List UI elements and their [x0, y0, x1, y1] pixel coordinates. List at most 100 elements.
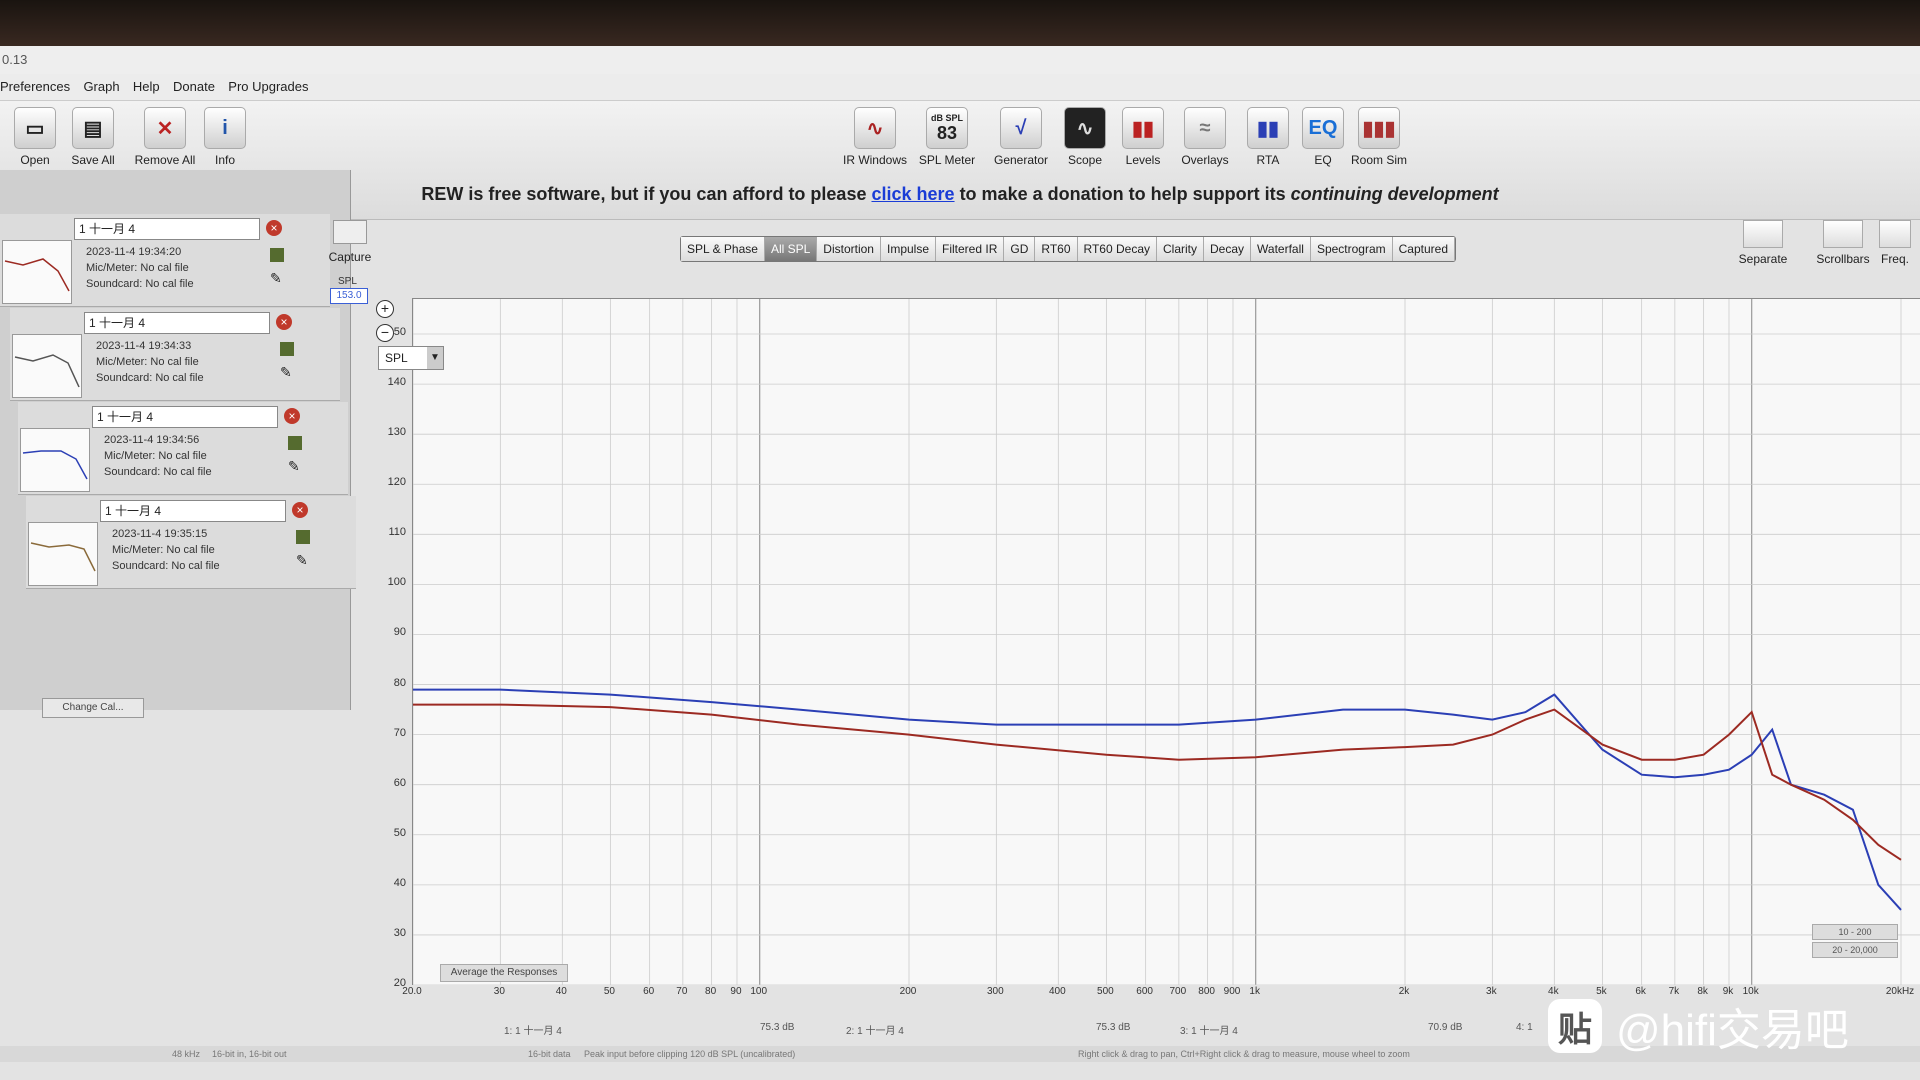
- watermark-text: @hifi交易吧: [1616, 1006, 1849, 1055]
- x-tick-label: 90: [730, 986, 742, 997]
- tab-clarity[interactable]: Clarity: [1157, 237, 1205, 261]
- remove-icon: ✕: [144, 107, 186, 149]
- x-tick-label: 800: [1198, 986, 1215, 997]
- x-tick-label: 3k: [1486, 986, 1497, 997]
- scrollbars-button[interactable]: Scrollbars: [1808, 220, 1878, 266]
- remove-measurement-icon[interactable]: ×: [276, 314, 292, 330]
- x-tick-label: 30: [493, 986, 505, 997]
- status-bits: 16-bit in, 16-bit out: [212, 1049, 287, 1059]
- camera-icon: [333, 220, 367, 244]
- measurement-date: 2023-11-4 19:34:56: [104, 434, 200, 446]
- pencil-icon[interactable]: ✎: [288, 458, 300, 475]
- pencil-icon[interactable]: ✎: [280, 364, 292, 381]
- separate-button[interactable]: Separate: [1728, 220, 1798, 266]
- tab-filtered-ir[interactable]: Filtered IR: [936, 237, 1005, 261]
- tab-rt60-decay[interactable]: RT60 Decay: [1077, 237, 1157, 261]
- remove-measurement-icon[interactable]: ×: [284, 408, 300, 424]
- scrollbars-icon: [1823, 220, 1863, 248]
- x-tick-label: 600: [1136, 986, 1153, 997]
- zoom-out-icon[interactable]: −: [376, 324, 394, 342]
- scope-icon: ∿: [1064, 107, 1106, 149]
- x-tick-label: 20kHz: [1885, 986, 1915, 997]
- tab-captured[interactable]: Captured: [1392, 237, 1456, 261]
- measurement-date: 2023-11-4 19:34:33: [96, 340, 192, 352]
- generator-icon: √: [1000, 107, 1042, 149]
- measurement-name-field[interactable]: 1 十一月 4: [84, 312, 270, 334]
- spl-meter-button[interactable]: dB SPL 83 SPL Meter: [912, 107, 982, 167]
- measurement-soundcard-cal: Soundcard: No cal file: [112, 560, 220, 572]
- spl-plot[interactable]: [412, 298, 1920, 985]
- measurement-chart-icon[interactable]: [296, 530, 310, 544]
- donate-link[interactable]: click here: [871, 184, 954, 204]
- measurement-item[interactable]: 1 十一月 4 × 2023-11-4 19:35:15 Mic/Meter: N…: [26, 496, 356, 589]
- room-sim-button[interactable]: ▮▮▮ Room Sim: [1344, 107, 1414, 167]
- ir-windows-icon: ∿: [854, 107, 896, 149]
- menu-help[interactable]: Help: [133, 74, 160, 100]
- tab-distortion[interactable]: Distortion: [817, 237, 881, 261]
- generator-button[interactable]: √ Generator: [986, 107, 1056, 167]
- chevron-down-icon[interactable]: ▼: [427, 347, 443, 369]
- measurement-mic-cal: Mic/Meter: No cal file: [112, 544, 215, 556]
- legend-label-1: 1: 1 十一月 4: [504, 1026, 562, 1037]
- x-tick-label: 50: [603, 986, 615, 997]
- scale-preset-2[interactable]: 20 - 20,000: [1812, 942, 1898, 958]
- menu-preferences[interactable]: Preferences: [0, 74, 70, 100]
- levels-icon: ▮▮: [1122, 107, 1164, 149]
- tab-rt60[interactable]: RT60: [1035, 237, 1078, 261]
- levels-button[interactable]: ▮▮ Levels: [1108, 107, 1178, 167]
- scale-preset-1[interactable]: 10 - 200: [1812, 924, 1898, 940]
- pencil-icon[interactable]: ✎: [270, 270, 282, 287]
- tab-waterfall[interactable]: Waterfall: [1251, 237, 1311, 261]
- spl-select[interactable]: SPL ▼: [378, 346, 444, 370]
- menu-donate[interactable]: Donate: [173, 74, 215, 100]
- measurement-name-field[interactable]: 1 十一月 4: [92, 406, 278, 428]
- y-tick-label: 30: [393, 926, 406, 939]
- rta-icon: ▮▮: [1247, 107, 1289, 149]
- tab-spectrogram[interactable]: Spectrogram: [1310, 237, 1393, 261]
- pencil-icon[interactable]: ✎: [296, 552, 308, 569]
- tab-spl-phase[interactable]: SPL & Phase: [681, 237, 765, 261]
- ir-windows-button[interactable]: ∿ IR Windows: [840, 107, 910, 167]
- x-tick-label: 200: [899, 986, 917, 997]
- y-tick-label: 80: [393, 676, 406, 689]
- x-tick-label: 2k: [1398, 986, 1410, 997]
- measurement-name-field[interactable]: 1 十一月 4: [100, 500, 286, 522]
- info-icon: i: [204, 107, 246, 149]
- tab-impulse[interactable]: Impulse: [880, 237, 937, 261]
- tab-decay[interactable]: Decay: [1204, 237, 1252, 261]
- measurement-panel: « 1 十一月 4 × 2023-11-4 19:34:20Mic/Meter:…: [0, 170, 356, 718]
- x-tick-label: 1k: [1249, 986, 1260, 997]
- zoom-in-icon[interactable]: +: [376, 300, 394, 318]
- freq-button[interactable]: Freq.: [1870, 220, 1920, 266]
- capture-button[interactable]: Capture: [320, 220, 380, 264]
- x-tick-label: 900: [1223, 986, 1241, 997]
- average-responses-button[interactable]: Average the Responses: [440, 964, 568, 982]
- legend-value-2: 75.3 dB: [1096, 1022, 1131, 1033]
- measurement-chart-icon[interactable]: [288, 436, 302, 450]
- measurement-date: 2023-11-4 19:34:20: [86, 246, 182, 258]
- remove-measurement-icon[interactable]: ×: [266, 220, 282, 236]
- tab-all-spl[interactable]: All SPL: [764, 237, 818, 261]
- info-button[interactable]: i Info: [190, 107, 260, 167]
- save-all-button[interactable]: ▤ Save All: [58, 107, 128, 167]
- tab-gd[interactable]: GD: [1004, 237, 1036, 261]
- measurement-name-field[interactable]: 1 十一月 4: [74, 218, 260, 240]
- remove-measurement-icon[interactable]: ×: [292, 502, 308, 518]
- measurement-item[interactable]: 1 十一月 4 × 2023-11-4 19:34:20 Mic/Meter: N…: [0, 214, 330, 307]
- status-peak: Peak input before clipping 120 dB SPL (u…: [584, 1049, 796, 1059]
- x-tick-label: 700: [1169, 986, 1187, 997]
- menu-graph[interactable]: Graph: [83, 74, 119, 100]
- measurement-date: 2023-11-4 19:35:15: [112, 528, 208, 540]
- measurement-mic-cal: Mic/Meter: No cal file: [104, 450, 207, 462]
- y-tick-label: 130: [387, 426, 406, 439]
- measurement-item[interactable]: 1 十一月 4 × 2023-11-4 19:34:56 Mic/Meter: N…: [18, 402, 348, 495]
- menu-bar: Preferences Graph Help Donate Pro Upgrad…: [0, 74, 1920, 101]
- menu-pro-upgrades[interactable]: Pro Upgrades: [228, 74, 308, 100]
- overlays-button[interactable]: ≈ Overlays: [1170, 107, 1240, 167]
- y-tick-label: 50: [393, 826, 406, 839]
- measurement-chart-icon[interactable]: [270, 248, 284, 262]
- measurement-item[interactable]: 1 十一月 4 × 2023-11-4 19:34:33 Mic/Meter: N…: [10, 308, 340, 401]
- measurement-mic-cal: Mic/Meter: No cal file: [86, 262, 189, 274]
- measurement-chart-icon[interactable]: [280, 342, 294, 356]
- change-cal-button[interactable]: Change Cal...: [42, 698, 144, 718]
